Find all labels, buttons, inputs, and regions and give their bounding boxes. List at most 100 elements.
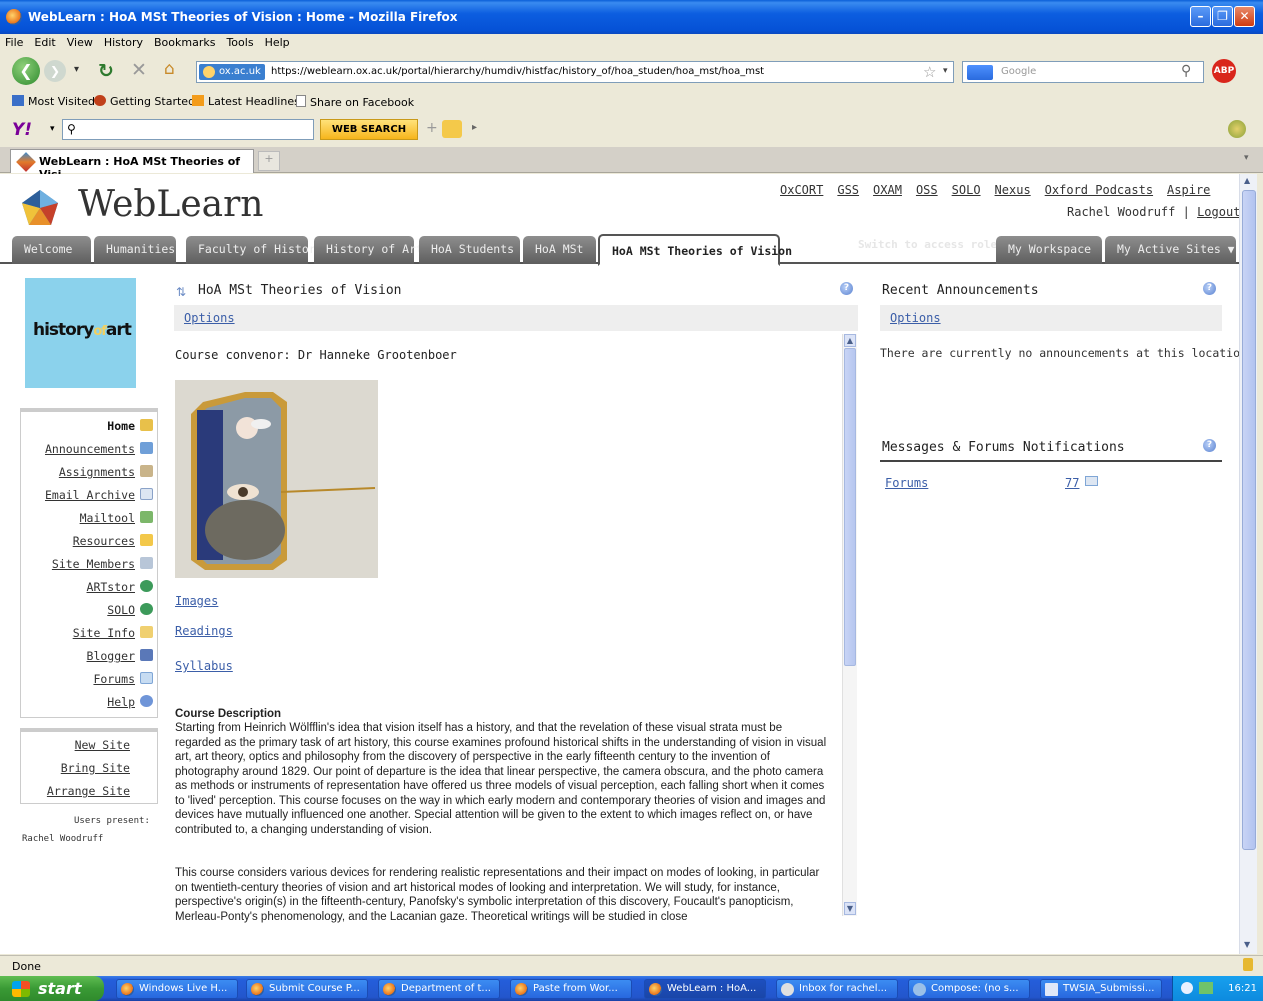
tab-history-of-art[interactable]: History of Art [314,236,423,264]
menu-tools[interactable]: Tools [221,34,259,49]
new-tab-button[interactable]: + [258,151,280,171]
link-oxam[interactable]: OXAM [873,183,902,197]
tab-hoa-mst-theories-of-vision[interactable]: HoA MSt Theories of Vision [598,234,792,266]
tray-arrow-icon[interactable] [1181,982,1193,994]
tool-assignments[interactable]: Assignments [59,465,153,485]
url-bar[interactable]: ox.ac.uk https://weblearn.ox.ac.uk/porta… [196,61,954,83]
bookmark-share-facebook[interactable]: Share on Facebook [296,95,414,109]
chevron-right-icon[interactable]: ▸ [472,122,477,133]
taskbar-item[interactable]: Inbox for rachel... [776,979,898,999]
link-oss[interactable]: OSS [916,183,938,197]
yahoo-logo-icon[interactable]: Y! [12,120,32,140]
addon-icon[interactable] [1228,120,1246,138]
link-aspire[interactable]: Aspire [1167,183,1210,197]
tool-blogger[interactable]: Blogger [87,649,153,669]
site-identity-badge[interactable]: ox.ac.uk [199,64,265,80]
switch-role-link[interactable]: Switch to access role [858,238,997,251]
lock-icon[interactable] [1243,958,1253,971]
home-icon[interactable]: ⌂ [164,59,175,79]
bookmark-most-visited[interactable]: Most Visited [12,95,95,108]
tool-site-members[interactable]: Site Members [52,557,153,577]
link-oxford-podcasts[interactable]: Oxford Podcasts [1045,183,1153,197]
scroll-down-icon[interactable]: ▼ [844,902,856,915]
tab-hoa-mst[interactable]: HoA MSt [523,236,596,264]
images-link[interactable]: Images [175,594,218,608]
link-gss[interactable]: GSS [837,183,859,197]
maximize-button[interactable]: ❐ [1212,6,1233,27]
link-solo[interactable]: SOLO [952,183,981,197]
tool-help[interactable]: Help [107,695,153,715]
scroll-up-icon[interactable]: ▲ [844,334,856,347]
arrange-site-link[interactable]: Arrange Site [47,784,130,798]
web-search-button[interactable]: WEB SEARCH [320,119,418,140]
adblock-icon[interactable]: ABP [1212,59,1236,83]
menu-edit[interactable]: Edit [29,34,61,49]
history-dropdown-icon[interactable]: ▾ [74,64,79,75]
envelope-icon[interactable] [1085,476,1098,486]
tool-announcements[interactable]: Announcements [45,442,153,462]
taskbar-item[interactable]: Compose: (no s... [908,979,1030,999]
help-icon[interactable]: ? [840,282,853,295]
main-frame-scrollbar[interactable]: ▲ ▼ [842,334,857,916]
browser-tab-weblearn[interactable]: WebLearn : HoA MSt Theories of Visi... [10,149,254,181]
page-scrollbar[interactable]: ▲ ▼ [1239,174,1257,954]
new-site-link[interactable]: New Site [75,738,130,752]
back-button[interactable]: ❮ [12,57,40,85]
start-button[interactable]: start [0,976,104,1001]
yahoo-search-input[interactable]: ⚲ [62,119,314,140]
portlet-reset-icon[interactable]: ⇅ [176,285,186,299]
help-icon[interactable]: ? [1203,282,1216,295]
yahoo-dropdown-icon[interactable]: ▾ [50,124,55,134]
tab-humanities[interactable]: Humanities [94,236,176,264]
scroll-down-icon[interactable]: ▼ [1244,940,1250,949]
tool-mailtool[interactable]: Mailtool [80,511,153,531]
tool-email-archive[interactable]: Email Archive [45,488,153,508]
announcements-options-link[interactable]: Options [890,311,941,325]
minimize-button[interactable]: – [1190,6,1211,27]
url-dropdown-icon[interactable]: ▾ [943,66,948,76]
taskbar-item[interactable]: Paste from Wor... [510,979,632,999]
forums-count-link[interactable]: 77 [1065,476,1079,490]
scroll-thumb[interactable] [844,348,856,666]
readings-link[interactable]: Readings [175,624,233,638]
close-button[interactable]: ✕ [1234,6,1255,27]
tool-home[interactable]: Home [107,419,153,439]
menu-file[interactable]: File [0,34,29,49]
taskbar-item[interactable]: TWSIA_Submissi... [1040,979,1162,999]
network-icon[interactable] [1199,982,1213,994]
stop-icon[interactable]: ✕ [131,59,147,81]
taskbar-item[interactable]: Submit Course P... [246,979,368,999]
forums-link[interactable]: Forums [885,476,928,490]
link-nexus[interactable]: Nexus [995,183,1031,197]
tab-faculty-of-history[interactable]: Faculty of History [186,236,323,264]
scroll-up-icon[interactable]: ▲ [1244,176,1250,185]
search-box[interactable]: Google ⚲ [962,61,1204,83]
menu-history[interactable]: History [99,34,149,49]
bookmark-getting-started[interactable]: Getting Started [94,95,195,108]
tab-welcome[interactable]: Welcome [12,236,91,264]
taskbar-item[interactable]: Windows Live H... [116,979,238,999]
tab-my-active-sites[interactable]: My Active Sites ▼ [1105,236,1236,264]
taskbar-item[interactable]: Department of t... [378,979,500,999]
bookmark-latest-headlines[interactable]: Latest Headlines [192,95,300,108]
menu-help[interactable]: Help [260,34,296,49]
logout-link[interactable]: Logout [1197,205,1239,219]
help-icon[interactable]: ? [1203,439,1216,452]
forward-button[interactable]: ❯ [44,60,66,82]
tool-forums[interactable]: Forums [93,672,153,692]
mail-icon[interactable] [442,120,462,138]
reload-icon[interactable]: ↻ [98,60,114,82]
search-icon[interactable]: ⚲ [1181,63,1191,79]
tool-solo[interactable]: SOLO [107,603,153,623]
tool-site-info[interactable]: Site Info [73,626,153,646]
main-options-link[interactable]: Options [184,311,235,325]
taskbar-item-active[interactable]: WebLearn : HoA... [644,979,766,999]
bookmark-star-icon[interactable]: ☆ [923,63,936,81]
page-scroll-thumb[interactable] [1242,190,1256,850]
tab-my-workspace[interactable]: My Workspace [996,236,1102,264]
tool-artstor[interactable]: ARTstor [87,580,153,600]
link-oxcort[interactable]: OxCORT [780,183,823,197]
menu-view[interactable]: View [62,34,99,49]
tab-hoa-students[interactable]: HoA Students [419,236,520,264]
tab-list-dropdown-icon[interactable]: ▾ [1244,153,1249,163]
